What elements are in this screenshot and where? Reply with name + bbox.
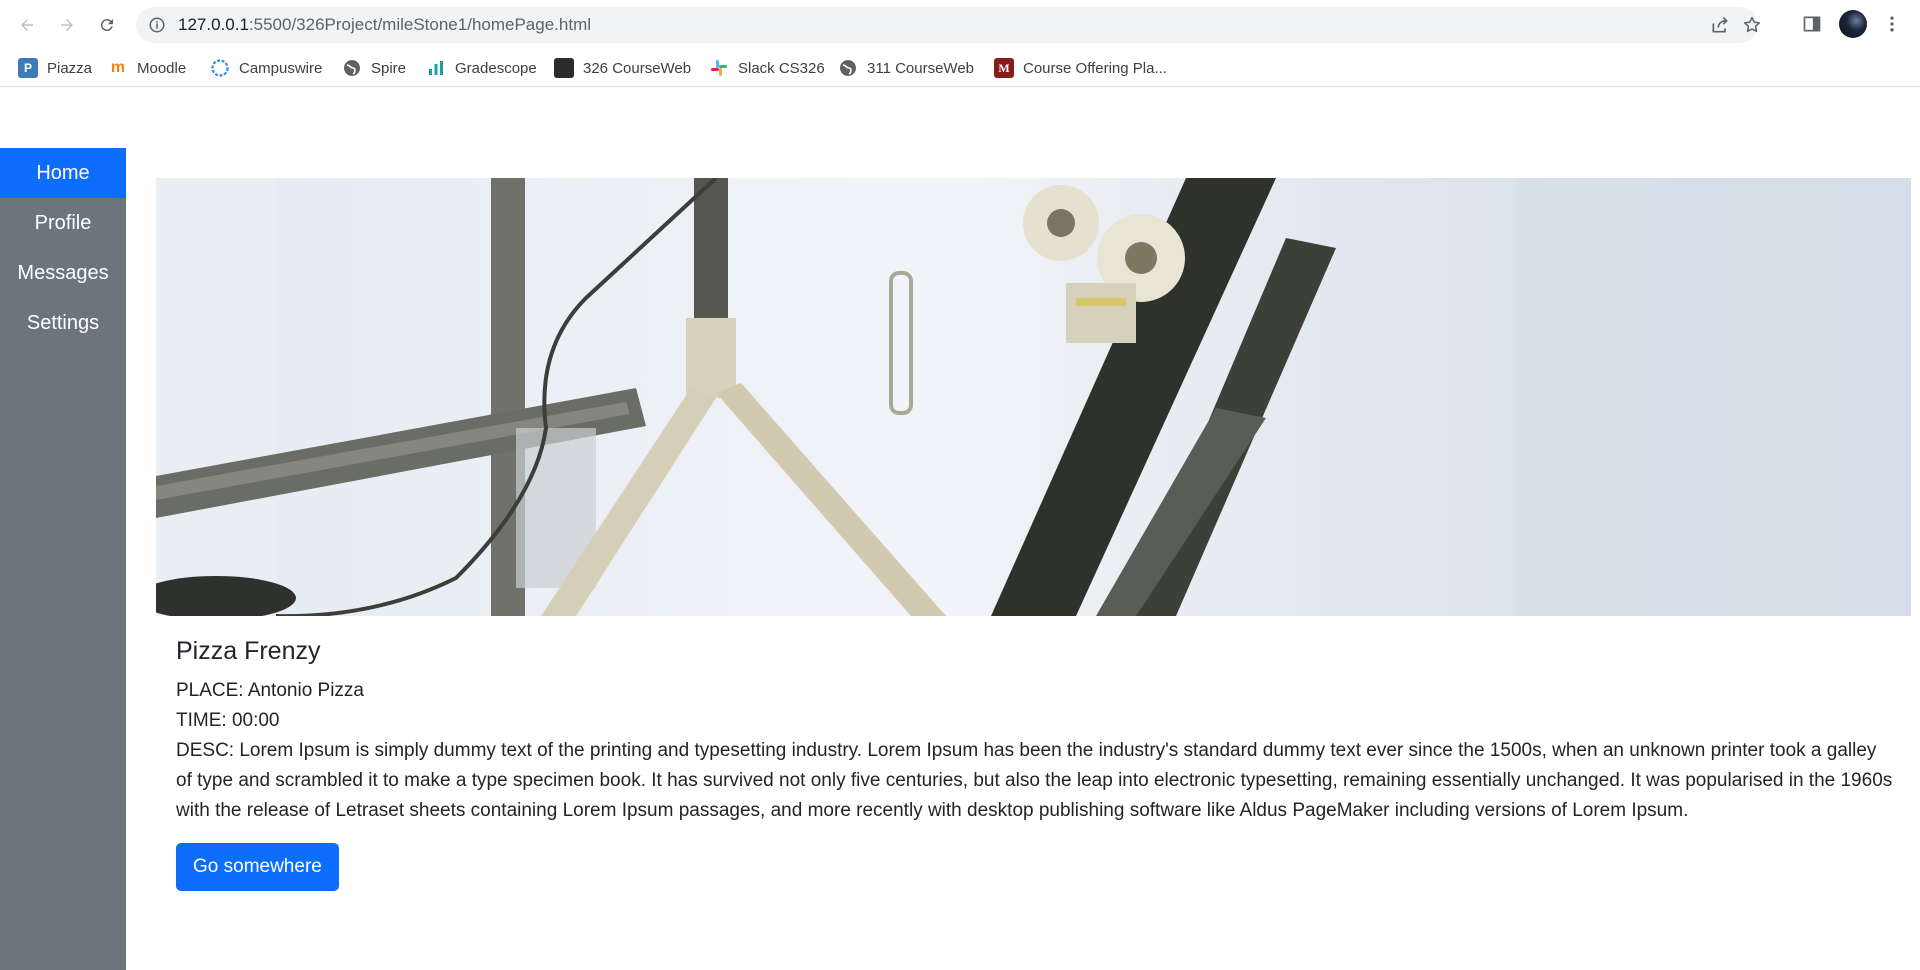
go-somewhere-button[interactable]: Go somewhere [176, 843, 339, 891]
bookmark-label: Piazza [47, 59, 93, 77]
event-time: TIME: 00:00 [176, 710, 280, 731]
bookmark-label: Moodle [137, 59, 187, 77]
bookmark-label: 326 CourseWeb [583, 59, 692, 77]
bookmark-label: Slack CS326 [738, 59, 825, 77]
card-body: Pizza Frenzy PLACE: Antonio Pizza TIME: … [176, 636, 1896, 891]
sidebar-item-messages[interactable]: Messages [0, 248, 126, 298]
url-host: 127.0.0.1 [178, 15, 249, 34]
bookmark-label: Gradescope [455, 59, 537, 77]
bookmark-star-icon[interactable] [1742, 15, 1762, 35]
sidebar-item-profile[interactable]: Profile [0, 198, 126, 248]
bookmark-326-courseweb[interactable]: 326 CourseWeb [554, 55, 691, 81]
event-place: PLACE: Antonio Pizza [176, 680, 364, 701]
event-card: Pizza Frenzy PLACE: Antonio Pizza TIME: … [156, 178, 1911, 970]
piazza-icon: P [18, 58, 38, 78]
browser-menu-button[interactable] [1880, 12, 1904, 36]
back-arrow-icon [21, 19, 33, 31]
bookmark-gradescope[interactable]: Gradescope [426, 55, 537, 81]
bookmark-spire[interactable]: Spire [342, 55, 406, 81]
sidebar-nav: Home Profile Messages Settings [0, 148, 126, 970]
bookmark-label: Spire [371, 59, 407, 77]
bookmark-label: 311 CourseWeb [867, 59, 975, 77]
umass-icon: M [994, 58, 1014, 78]
address-bar[interactable]: 127.0.0.1:5500/326Project/mileStone1/hom… [136, 7, 1761, 43]
bookmark-slack-cs326[interactable]: Slack CS326 [709, 55, 825, 81]
reload-icon [100, 19, 113, 32]
side-panel-button[interactable] [1800, 12, 1824, 36]
share-icon[interactable] [1710, 15, 1730, 35]
forward-button[interactable] [52, 10, 82, 40]
bookmarks-bar: P Piazza m Moodle Campuswire Spire Grade… [0, 49, 1920, 87]
bookmark-311-courseweb[interactable]: 311 CourseWeb [838, 55, 974, 81]
profile-avatar[interactable] [1839, 10, 1867, 38]
bookmark-campuswire[interactable]: Campuswire [210, 55, 322, 81]
sidebar-item-settings[interactable]: Settings [0, 298, 126, 348]
globe-icon [342, 58, 362, 78]
site-info-icon[interactable] [148, 16, 166, 34]
browser-toolbar: 127.0.0.1:5500/326Project/mileStone1/hom… [0, 0, 1920, 49]
forward-arrow-icon [61, 19, 73, 31]
courseweb-icon [554, 58, 574, 78]
bookmark-course-offering[interactable]: M Course Offering Pla... [994, 55, 1167, 81]
campuswire-icon [210, 58, 230, 78]
card-image [156, 178, 1911, 616]
gradescope-icon [426, 58, 446, 78]
slack-icon [709, 58, 729, 78]
card-title: Pizza Frenzy [176, 637, 321, 665]
bookmark-piazza[interactable]: P Piazza [18, 55, 92, 81]
event-description: DESC: Lorem Ipsum is simply dummy text o… [176, 740, 1893, 821]
url-path: :5500/326Project/mileStone1/homePage.htm… [248, 15, 592, 34]
bookmark-label: Campuswire [239, 59, 323, 77]
bookmark-moodle[interactable]: m Moodle [108, 55, 186, 81]
reload-button[interactable] [92, 10, 122, 40]
side-panel-icon [1803, 16, 1821, 32]
bookmark-label: Course Offering Pla... [1023, 59, 1167, 77]
back-button[interactable] [12, 10, 42, 40]
moodle-icon: m [110, 59, 126, 76]
url-text[interactable]: 127.0.0.1:5500/326Project/mileStone1/hom… [178, 16, 591, 34]
kebab-menu-icon [1890, 16, 1894, 32]
sidebar-item-home[interactable]: Home [0, 148, 126, 198]
globe-icon [838, 58, 858, 78]
